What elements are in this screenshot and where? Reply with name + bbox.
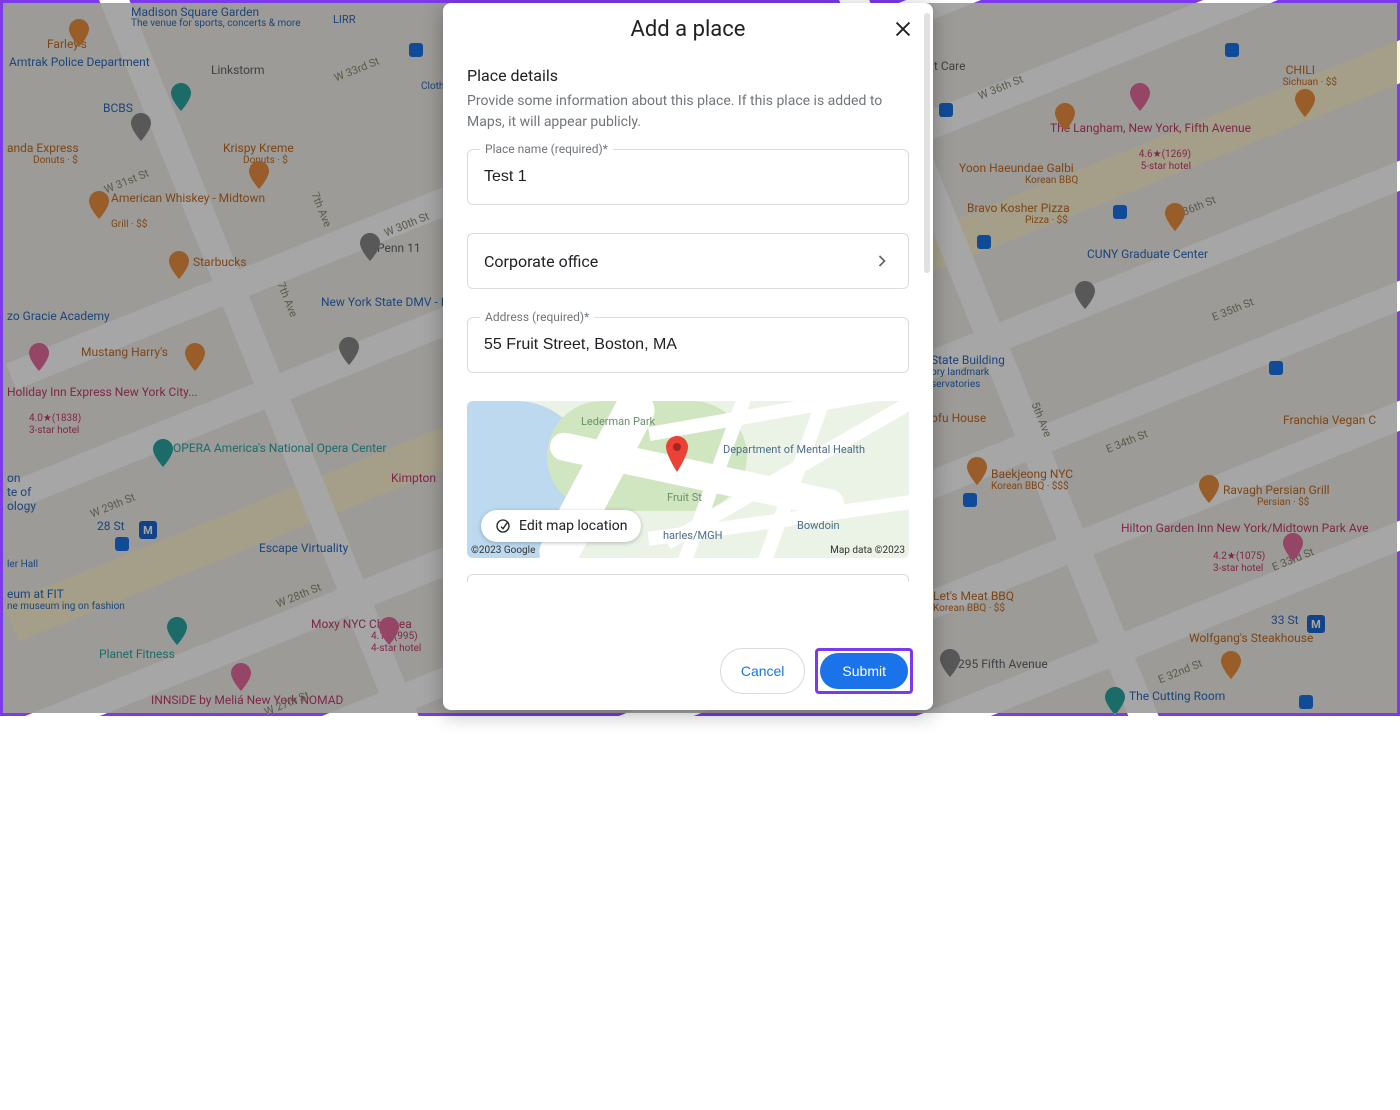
place-name-input[interactable] (484, 168, 892, 186)
preview-dmh-label: Department of Mental Health (723, 443, 865, 456)
cancel-button[interactable]: Cancel (720, 648, 806, 694)
preview-park-label: Lederman Park (581, 415, 655, 428)
place-name-label: Place name (required)* (480, 142, 613, 156)
add-place-dialog: Add a place Place details Provide some i… (443, 3, 933, 710)
section-description: Provide some information about this plac… (467, 91, 909, 133)
chevron-right-icon (872, 251, 892, 271)
preview-fruit-label: Fruit St (667, 491, 702, 504)
scrollbar[interactable] (924, 13, 930, 273)
place-name-field[interactable]: Place name (required)* (467, 149, 909, 205)
section-title: Place details (467, 66, 909, 85)
edit-map-location-button[interactable]: Edit map location (481, 510, 641, 542)
map-copyright: ©2023 Google (471, 545, 535, 556)
category-value: Corporate office (484, 252, 598, 271)
next-field-peek[interactable] (467, 574, 909, 582)
edit-map-location-label: Edit map location (519, 518, 627, 534)
category-field[interactable]: Corporate office (467, 233, 909, 289)
close-icon (892, 18, 914, 40)
submit-button[interactable]: Submit (820, 653, 908, 689)
address-input[interactable] (484, 336, 892, 354)
address-field[interactable]: Address (required)* (467, 317, 909, 373)
dialog-title: Add a place (631, 17, 746, 42)
preview-charles-label: harles/MGH (663, 529, 722, 542)
map-data-attribution: Map data ©2023 (830, 545, 905, 556)
edit-icon (495, 518, 511, 534)
map-marker-icon (665, 436, 689, 472)
close-button[interactable] (891, 17, 915, 41)
preview-bowdoin-label: Bowdoin (797, 519, 840, 532)
address-label: Address (required)* (480, 310, 594, 324)
map-preview[interactable]: Lederman Park Fruit St Department of Men… (467, 401, 909, 558)
submit-highlight: Submit (815, 648, 913, 694)
